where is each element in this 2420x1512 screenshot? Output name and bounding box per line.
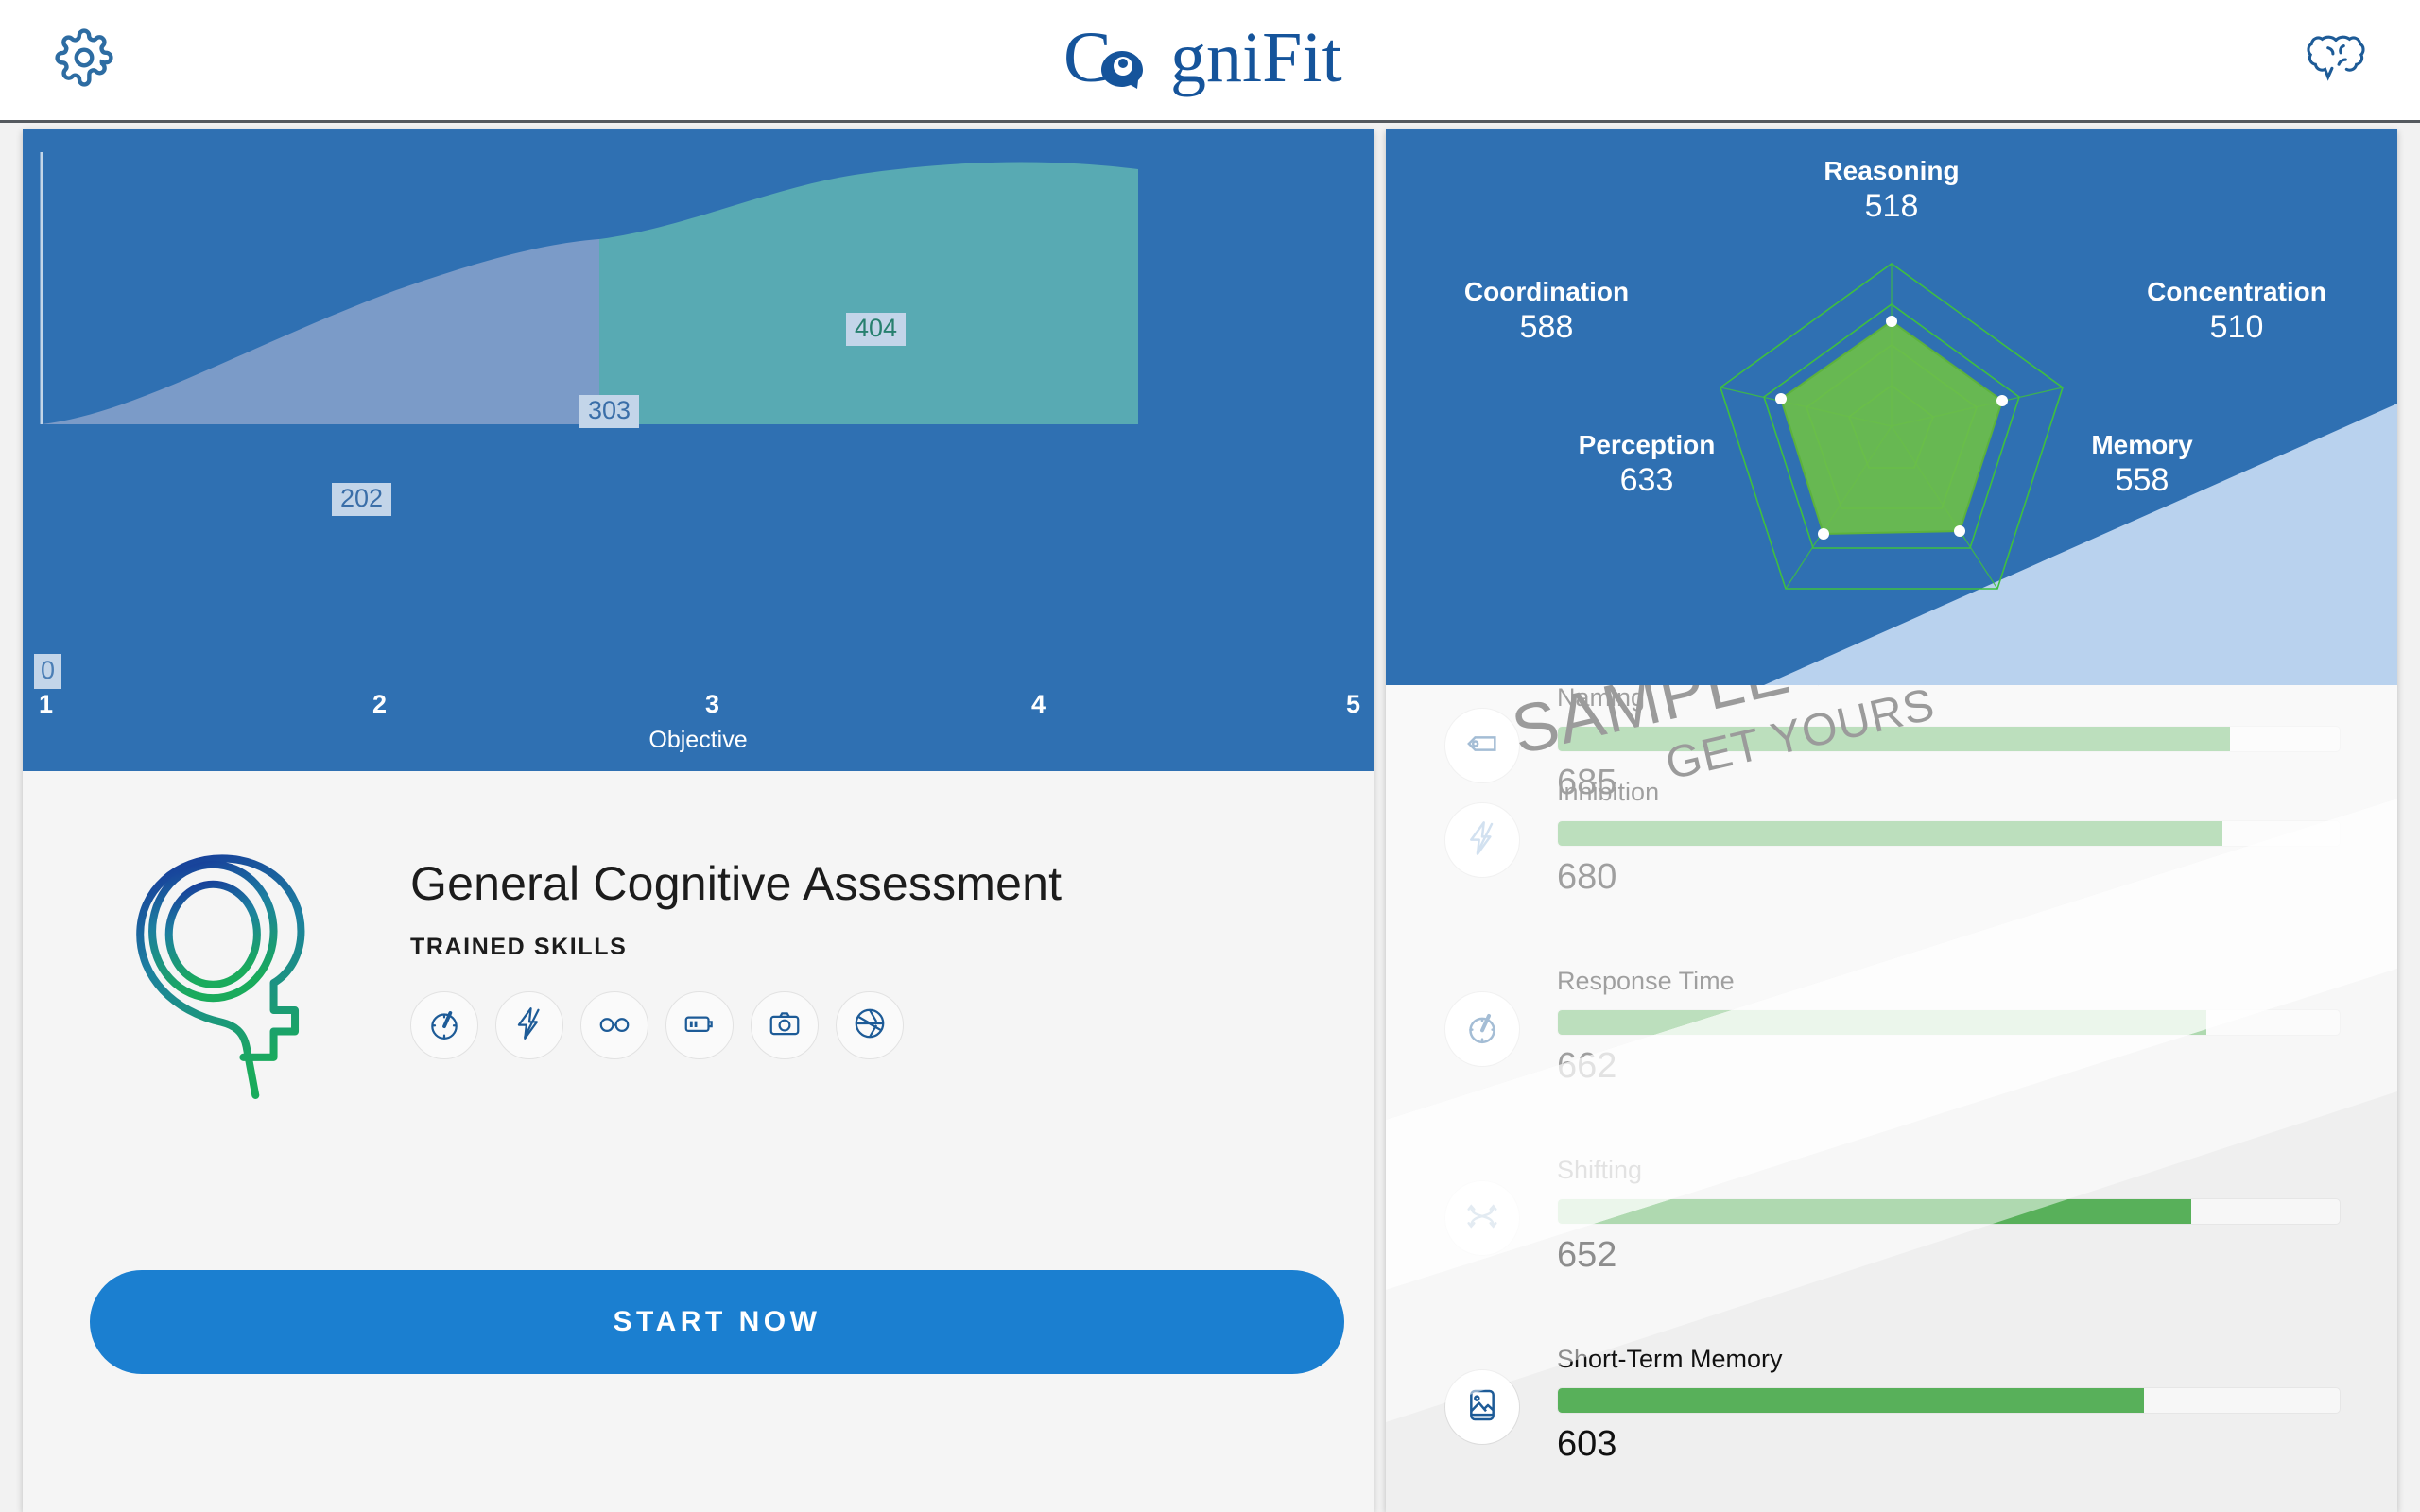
lightning-bolt-icon — [511, 1005, 547, 1046]
skill-progress-fill — [1558, 727, 2231, 751]
radar-axis-reasoning: Reasoning 518 — [1386, 156, 2397, 224]
x-tick-4: 4 — [1031, 690, 1046, 718]
skill-score: 603 — [1557, 1424, 1617, 1464]
settings-button[interactable] — [43, 20, 125, 101]
cognitive-radar-chart: Reasoning 518 Concentration 510 Memory 5… — [1386, 129, 2397, 685]
skill-score: 662 — [1557, 1046, 1617, 1086]
x-axis-title: Objective — [648, 727, 748, 753]
list-item[interactable]: Inhibition 680 — [1386, 780, 2397, 938]
list-item[interactable]: Shifting 652 — [1386, 1158, 2397, 1316]
bolt-icon — [1463, 819, 1501, 862]
skill-progress-fill — [1558, 1010, 2207, 1035]
x-tick-3: 3 — [705, 690, 720, 718]
radar-label-name: Coordination — [1463, 277, 1630, 306]
skill-progress-fill — [1558, 1388, 2145, 1413]
trained-skill-icon-list — [410, 991, 1062, 1059]
skill-icon-badge — [1444, 708, 1520, 783]
app-header: C gniFit — [0, 0, 2420, 123]
glasses-icon — [596, 1005, 632, 1046]
skill-chip-aperture[interactable] — [836, 991, 904, 1059]
radar-label-value: 588 — [1519, 309, 1574, 346]
radar-axis-coordination: Coordination 588 — [1424, 277, 1669, 345]
gear-icon — [55, 28, 113, 92]
radar-label-value: 558 — [2115, 462, 2169, 499]
skill-icon-badge — [1444, 991, 1520, 1067]
assessment-card: 0 202 303 404 1 2 3 4 5 Objective Genera… — [23, 129, 1374, 1512]
skill-name: Shifting — [1557, 1156, 1643, 1184]
skill-name: Inhibition — [1557, 778, 1660, 806]
skill-score: 652 — [1557, 1235, 1617, 1275]
skill-chip-glasses[interactable] — [580, 991, 648, 1059]
radar-label-name: Concentration — [2147, 277, 2326, 306]
skill-icon-badge — [1444, 1369, 1520, 1445]
x-tick-2: 2 — [372, 690, 388, 718]
radar-label-value: 518 — [1864, 188, 1919, 225]
skill-score-list: Naming 685 Inhibition 680 Response Time … — [1386, 685, 2397, 1512]
chart-label-0: 0 — [34, 654, 62, 689]
list-item[interactable]: Response Time 662 — [1386, 969, 2397, 1127]
skill-progress-track — [1557, 726, 2341, 752]
svg-text:C: C — [1063, 18, 1112, 97]
image-icon — [1463, 1386, 1501, 1429]
area-chart-svg — [23, 152, 1374, 426]
radar-label-name: Memory — [2091, 430, 2193, 459]
chart-label-404: 404 — [846, 313, 907, 346]
skill-progress-track — [1557, 1387, 2341, 1414]
skill-progress-track — [1557, 1009, 2341, 1036]
radar-svg — [1720, 263, 2064, 590]
start-now-button[interactable]: START NOW — [90, 1270, 1344, 1374]
objective-progress-chart: 0 202 303 404 1 2 3 4 5 Objective — [23, 129, 1374, 771]
radar-label-value: 633 — [1619, 462, 1674, 499]
trained-skills-label: TRAINED SKILLS — [410, 934, 628, 960]
cognifit-logo: C gniFit — [1063, 0, 1357, 120]
speedometer-icon — [426, 1005, 462, 1046]
shuffle-icon — [1463, 1197, 1501, 1240]
skill-progress-track — [1557, 1198, 2341, 1225]
assessment-detail: General Cognitive Assessment TRAINED SKI… — [23, 771, 1374, 1512]
skill-icon-badge — [1444, 1180, 1520, 1256]
skill-name: Naming — [1557, 685, 1646, 712]
speedometer-icon — [1463, 1008, 1501, 1051]
radar-label-value: 510 — [2209, 309, 2264, 346]
brain-icon — [2305, 29, 2367, 91]
skill-chip-lightning[interactable] — [495, 991, 563, 1059]
camera-icon — [767, 1005, 803, 1046]
aperture-icon — [852, 1005, 888, 1046]
radar-axis-memory: Memory 558 — [2038, 430, 2246, 498]
skill-progress-fill — [1558, 1199, 2191, 1224]
skill-progress-track — [1557, 820, 2341, 847]
radar-axis-concentration: Concentration 510 — [2114, 277, 2360, 345]
skill-progress-fill — [1558, 821, 2222, 846]
radar-label-name: Perception — [1578, 430, 1716, 459]
dashboard-stage: 0 202 303 404 1 2 3 4 5 Objective Genera… — [0, 126, 2420, 1512]
skill-name: Response Time — [1557, 967, 1735, 995]
x-tick-5: 5 — [1346, 690, 1361, 718]
skill-chip-camera[interactable] — [751, 991, 819, 1059]
x-tick-1: 1 — [39, 690, 54, 718]
chart-label-303: 303 — [579, 395, 640, 428]
page-title: General Cognitive Assessment — [410, 857, 1063, 910]
svg-text:gniFit: gniFit — [1170, 18, 1342, 97]
brain-button[interactable] — [2295, 20, 2377, 101]
battery-icon — [682, 1005, 717, 1046]
skill-score: 680 — [1557, 857, 1617, 897]
radar-label-name: Reasoning — [1824, 156, 1960, 185]
skill-chip-battery[interactable] — [666, 991, 734, 1059]
head-profile-icon — [113, 852, 361, 1103]
skill-chip-speedometer[interactable] — [410, 991, 478, 1059]
chart-label-202: 202 — [332, 483, 392, 516]
list-item[interactable]: Short-Term Memory 603 — [1386, 1347, 2397, 1505]
skill-name: Short-Term Memory — [1557, 1345, 1783, 1373]
skill-icon-badge — [1444, 802, 1520, 878]
tag-icon — [1463, 725, 1501, 767]
radar-axis-perception: Perception 633 — [1543, 430, 1751, 498]
results-card: Reasoning 518 Concentration 510 Memory 5… — [1386, 129, 2397, 1512]
